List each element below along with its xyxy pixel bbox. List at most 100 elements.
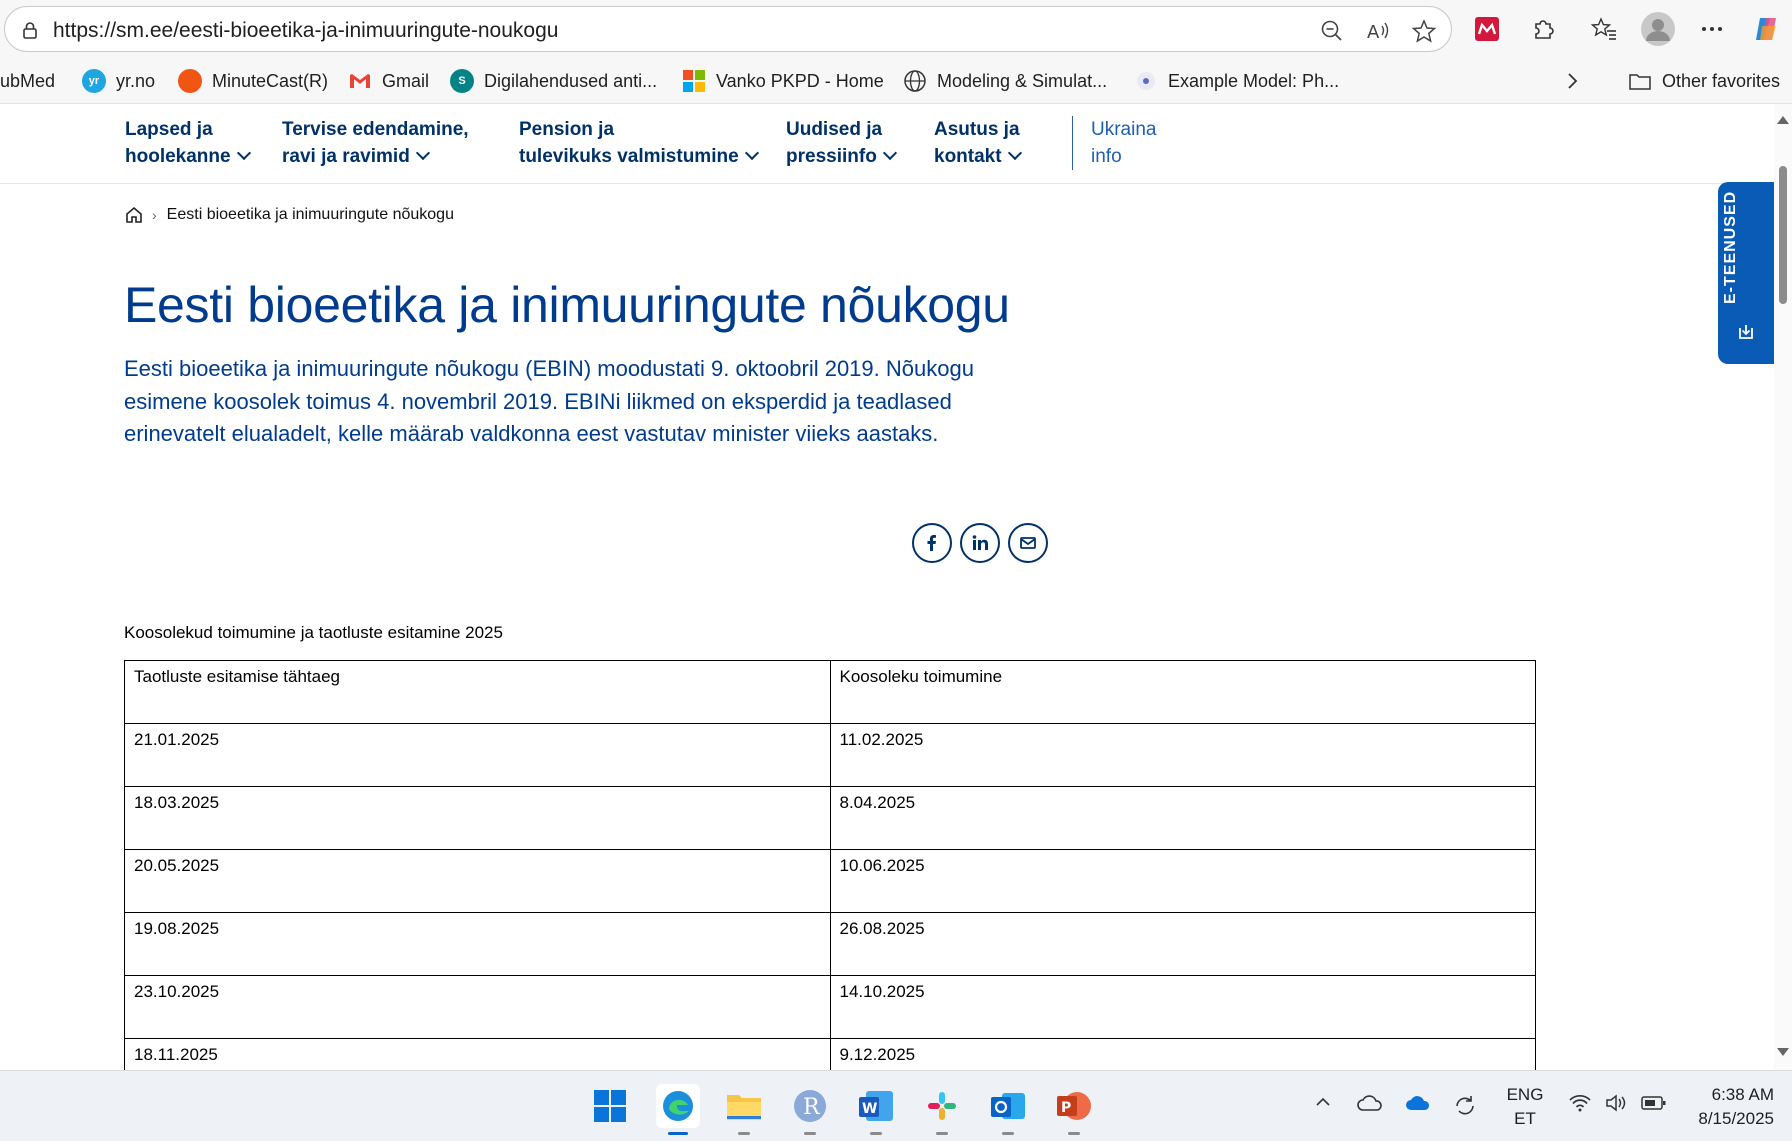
table-row: 18.03.2025 8.04.2025 bbox=[124, 786, 1536, 850]
taskbar-file-explorer[interactable] bbox=[722, 1084, 766, 1135]
e-teenused-tab[interactable]: E-TEENUSED bbox=[1718, 182, 1774, 364]
more-options-icon[interactable] bbox=[1695, 12, 1729, 46]
mendeley-extension-icon[interactable] bbox=[1470, 12, 1504, 46]
nav-asutus[interactable]: Asutus ja kontakt bbox=[934, 116, 1022, 170]
taskbar-word[interactable]: W bbox=[854, 1084, 898, 1135]
sharepoint-icon: S bbox=[450, 69, 474, 93]
svg-text:W: W bbox=[862, 1101, 877, 1117]
zoom-out-icon[interactable] bbox=[1319, 18, 1345, 44]
nav-lapsed-ja-hoolekanne[interactable]: Lapsed ja hoolekanne bbox=[125, 116, 251, 170]
share-linkedin-button[interactable] bbox=[960, 523, 1000, 563]
other-favorites[interactable]: Other favorites bbox=[1628, 67, 1780, 95]
nav-divider bbox=[1072, 116, 1073, 170]
lang-line1: ENG bbox=[1506, 1085, 1544, 1104]
input-language-indicator[interactable]: ENG ET bbox=[1500, 1083, 1550, 1131]
favorite-label: Example Model: Ph... bbox=[1168, 70, 1340, 91]
favorite-vanko[interactable]: Vanko PKPD - Home bbox=[682, 67, 884, 95]
table-header-row: Taotluste esitamise tähtaeg Koosoleku to… bbox=[124, 660, 1536, 724]
nav-tervise-edendamine[interactable]: Tervise edendamine, ravi ja ravimid bbox=[282, 116, 469, 170]
folder-icon bbox=[727, 1095, 761, 1120]
nav-label-line1: Ukraina bbox=[1091, 119, 1157, 140]
share-facebook-button[interactable] bbox=[912, 523, 952, 563]
taskbar-outlook[interactable] bbox=[986, 1084, 1030, 1135]
battery-icon[interactable] bbox=[1640, 1093, 1668, 1118]
favorites-list-icon[interactable] bbox=[1587, 12, 1621, 46]
running-indicator bbox=[936, 1132, 948, 1135]
favorite-example-model[interactable]: Example Model: Ph... bbox=[1134, 67, 1339, 95]
nav-ukraina-info[interactable]: Ukraina info bbox=[1091, 116, 1156, 170]
favorite-modeling[interactable]: Modeling & Simulat... bbox=[903, 67, 1107, 95]
taskbar-edge[interactable] bbox=[656, 1084, 700, 1135]
favorite-pubmed[interactable]: ubMed bbox=[0, 67, 55, 95]
share-email-button[interactable] bbox=[1008, 523, 1048, 563]
clock-date: 8/15/2025 bbox=[1698, 1109, 1774, 1128]
sync-icon[interactable] bbox=[1452, 1093, 1478, 1124]
scroll-thumb[interactable] bbox=[1779, 166, 1787, 304]
taskbar-r[interactable]: R bbox=[788, 1084, 832, 1135]
favorite-label: Modeling & Simulat... bbox=[937, 70, 1108, 91]
start-button[interactable] bbox=[588, 1084, 632, 1128]
home-icon[interactable] bbox=[124, 205, 144, 225]
nav-label-line2: tulevikuks valmistumine bbox=[519, 146, 739, 167]
favorite-digilahendused[interactable]: S Digilahendused anti... bbox=[450, 67, 657, 95]
address-bar[interactable]: https://sm.ee/eesti-bioeetika-ja-inimuur… bbox=[4, 6, 1452, 52]
favorite-yr[interactable]: yr yr.no bbox=[82, 67, 155, 95]
table-header-cell: Taotluste esitamise tähtaeg bbox=[124, 660, 831, 724]
lock-icon[interactable] bbox=[19, 19, 41, 41]
email-icon bbox=[1020, 537, 1036, 549]
site-navigation: Lapsed ja hoolekanne Tervise edendamine,… bbox=[0, 104, 1774, 184]
favorite-minutecast[interactable]: MinuteCast(R) bbox=[178, 67, 328, 95]
table-header-cell: Koosoleku toimumine bbox=[829, 660, 1536, 724]
table-row: 20.05.2025 10.06.2025 bbox=[124, 849, 1536, 913]
windows-start-icon bbox=[594, 1090, 626, 1122]
page-scrollbar[interactable] bbox=[1774, 104, 1792, 1070]
table-row: 21.01.2025 11.02.2025 bbox=[124, 723, 1536, 787]
chevron-down-icon bbox=[415, 145, 430, 161]
cloud-icon[interactable] bbox=[1356, 1093, 1384, 1118]
onedrive-icon[interactable] bbox=[1404, 1093, 1432, 1118]
url-text[interactable]: https://sm.ee/eesti-bioeetika-ja-inimuur… bbox=[53, 19, 558, 43]
chevron-down-icon bbox=[744, 145, 759, 161]
table-cell: 26.08.2025 bbox=[829, 912, 1536, 976]
facebook-icon bbox=[927, 535, 936, 551]
edge-icon bbox=[663, 1091, 693, 1121]
copilot-icon[interactable] bbox=[1750, 12, 1784, 46]
profile-avatar[interactable] bbox=[1641, 12, 1675, 46]
running-indicator bbox=[804, 1132, 816, 1135]
clock-time: 6:38 AM bbox=[1711, 1085, 1774, 1104]
word-icon: W bbox=[859, 1091, 893, 1121]
favorites-overflow-chevron-icon[interactable] bbox=[1562, 67, 1582, 95]
favorite-star-icon[interactable] bbox=[1411, 18, 1437, 44]
table-cell: 9.12.2025 bbox=[829, 1038, 1536, 1070]
nav-uudised[interactable]: Uudised ja pressiinfo bbox=[786, 116, 897, 170]
read-aloud-icon[interactable]: A bbox=[1365, 18, 1391, 44]
favorite-label: yr.no bbox=[116, 70, 156, 91]
taskbar-slack[interactable] bbox=[920, 1084, 964, 1135]
slack-icon bbox=[928, 1092, 956, 1120]
table-caption: Koosolekud toimumine ja taotluste esitam… bbox=[124, 623, 503, 642]
outlook-icon bbox=[991, 1093, 1025, 1119]
system-clock[interactable]: 6:38 AM 8/15/2025 bbox=[1680, 1083, 1774, 1131]
windows-taskbar: R W P ENG ET 6:38 AM 8/15/2025 bbox=[0, 1070, 1792, 1141]
wifi-icon[interactable] bbox=[1568, 1093, 1592, 1118]
extensions-icon[interactable] bbox=[1526, 12, 1560, 46]
nav-pension[interactable]: Pension ja tulevikuks valmistumine bbox=[519, 116, 759, 170]
linkedin-icon bbox=[972, 535, 988, 550]
microsoft-icon bbox=[683, 70, 705, 92]
tray-overflow-chevron-icon[interactable] bbox=[1314, 1093, 1332, 1116]
gmail-icon bbox=[350, 74, 370, 88]
favorite-gmail[interactable]: Gmail bbox=[348, 67, 429, 95]
scroll-up-arrow-icon[interactable] bbox=[1777, 116, 1789, 124]
taskbar-powerpoint[interactable]: P bbox=[1052, 1084, 1096, 1135]
nav-label-line1: Lapsed ja bbox=[125, 119, 213, 140]
table-cell: 18.11.2025 bbox=[124, 1038, 831, 1070]
intro-paragraph: Eesti bioeetika ja inimuuringute nõukogu… bbox=[124, 356, 974, 446]
chevron-down-icon bbox=[882, 145, 897, 161]
scroll-down-arrow-icon[interactable] bbox=[1777, 1048, 1789, 1056]
other-favorites-label: Other favorites bbox=[1662, 70, 1781, 91]
volume-icon[interactable] bbox=[1604, 1093, 1628, 1118]
nav-label-line1: Asutus ja bbox=[934, 119, 1020, 140]
chevron-down-icon bbox=[1007, 145, 1022, 161]
running-indicator bbox=[738, 1132, 750, 1135]
running-indicator bbox=[870, 1132, 882, 1135]
